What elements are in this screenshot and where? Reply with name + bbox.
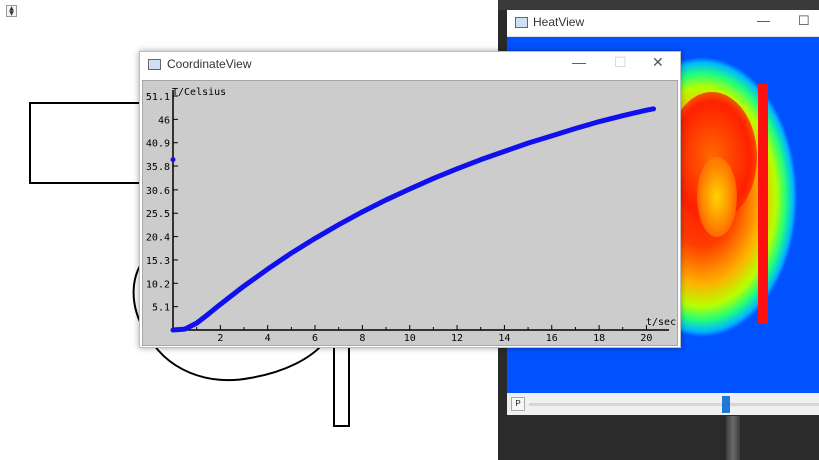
y-tick-label: 51.1 (146, 92, 170, 103)
initial-marker (170, 157, 176, 163)
heatview-titlebar[interactable]: HeatView — ☐ (507, 10, 819, 37)
x-tick-label: 8 (359, 333, 365, 344)
x-tick-label: 2 (217, 333, 223, 344)
slider-handle[interactable] (722, 396, 730, 413)
y-tick-label: 40.9 (146, 139, 170, 150)
window-chrome-strip (498, 0, 819, 10)
y-tick-label: 20.4 (146, 233, 170, 244)
taskbar-fragment (726, 416, 740, 460)
minimize-button[interactable]: — (757, 13, 770, 28)
sketch-rectangle (29, 102, 140, 184)
app-window-icon (148, 59, 161, 70)
y-tick-label: 5.1 (152, 303, 170, 314)
x-tick-label: 12 (451, 333, 463, 344)
y-tick-label: 46 (158, 115, 170, 126)
app-window-icon (515, 17, 528, 28)
x-tick-label: 18 (593, 333, 605, 344)
x-tick-label: 4 (265, 333, 271, 344)
x-tick-label: 6 (312, 333, 318, 344)
slider-track[interactable] (529, 403, 819, 406)
maximize-button[interactable]: ☐ (798, 13, 810, 29)
coordinate-plot: 2 4 6 8 10 12 14 16 18 205.110.215.320.425.530.63… (142, 80, 678, 346)
coordinateview-title: CoordinateView (167, 57, 252, 71)
heater-bar (758, 84, 768, 324)
x-tick-label: 14 (498, 333, 510, 344)
x-tick-label: 10 (404, 333, 416, 344)
coordinateview-window: CoordinateView — ☐ ✕ 2 4 6 8 10 12 14 16 18 20 5.1… (139, 51, 681, 348)
y-tick-label: 15.3 (146, 256, 170, 267)
y-tick-label: 10.2 (146, 279, 170, 290)
heatview-title: HeatView (533, 15, 585, 29)
y-tick-label: 35.8 (146, 162, 170, 173)
sketch-stem (333, 346, 350, 427)
y-tick-label: 25.5 (146, 209, 170, 220)
x-tick-label: 16 (546, 333, 558, 344)
x-tick-label: 20 (640, 333, 652, 344)
minimize-button[interactable]: — (572, 54, 586, 70)
maximize-button[interactable]: ☐ (614, 54, 627, 71)
heat-cool-core (697, 157, 737, 237)
close-button[interactable]: ✕ (652, 54, 664, 71)
y-axis-label: T/Celsius (172, 87, 226, 98)
slider-p-button[interactable]: P (511, 397, 525, 411)
x-axis-label: t/sec (646, 317, 676, 328)
y-tick-label: 30.6 (146, 186, 170, 197)
heat-slider[interactable]: P (507, 393, 819, 415)
